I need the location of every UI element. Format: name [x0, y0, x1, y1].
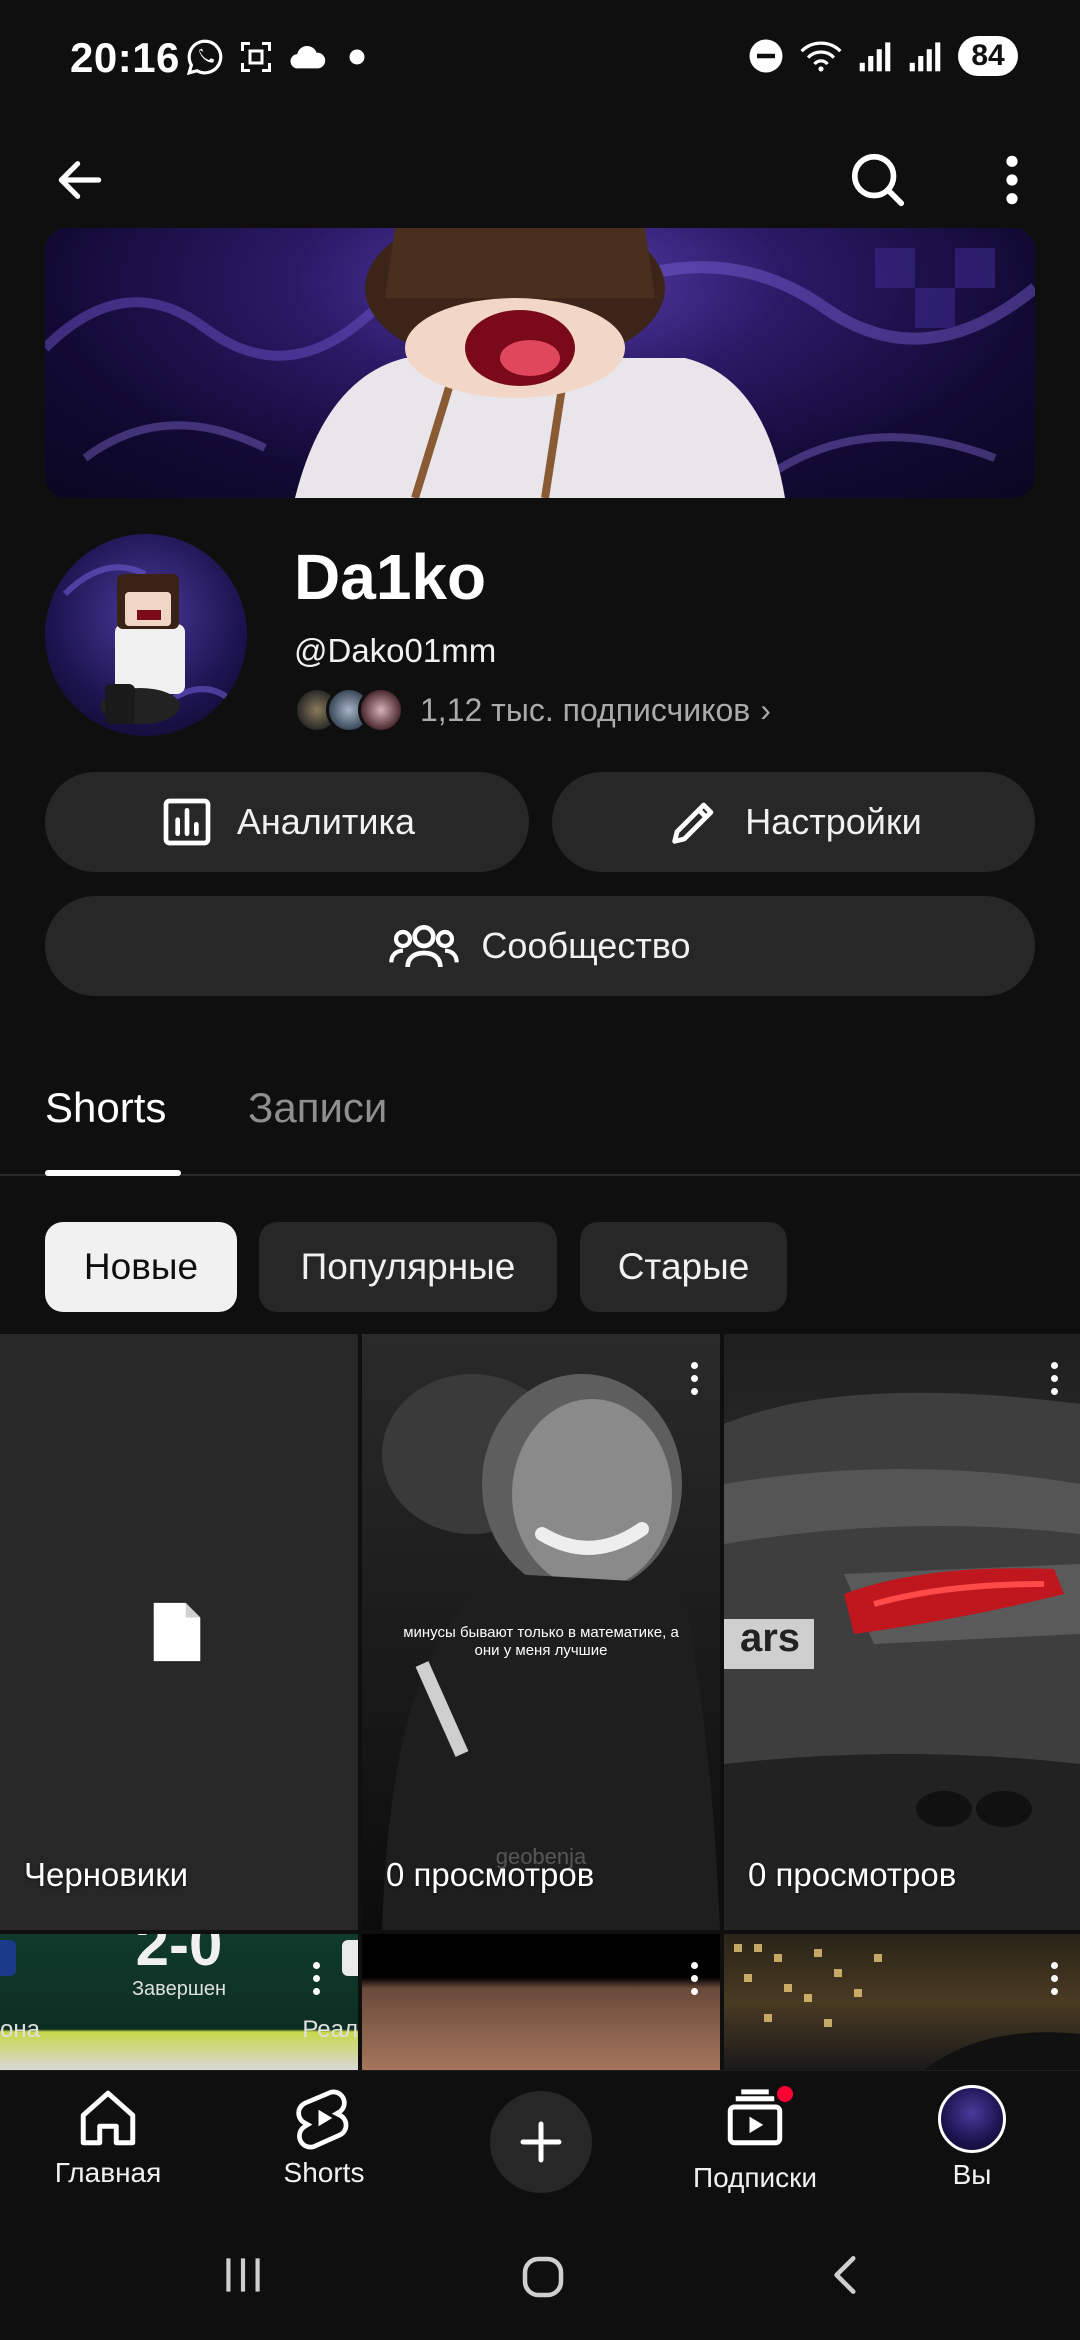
nav-shorts[interactable]: Shorts [244, 2085, 404, 2189]
more-vert-icon[interactable] [686, 1362, 702, 1395]
channel-banner [45, 228, 1035, 498]
filter-chip-popular[interactable]: Популярные [259, 1222, 557, 1312]
chevron-right-icon: › [760, 691, 771, 728]
avatar-artwork [62, 564, 238, 724]
wifi-icon [800, 41, 842, 72]
back-button[interactable] [40, 140, 120, 220]
more-vert-icon[interactable] [1046, 1362, 1062, 1395]
screenshot-icon [241, 42, 271, 72]
channel-name: Da1ko [294, 541, 487, 613]
analytics-button[interactable]: Аналитика [45, 772, 529, 872]
channel-tabs: Shorts Записи [0, 1066, 1080, 1176]
bottom-navigation: Главная Shorts Подписки Вы [0, 2070, 1080, 2220]
status-bar: 20:16 84 [0, 0, 1080, 120]
community-button[interactable]: Сообщество [45, 896, 1035, 996]
settings-label: Настройки [745, 801, 922, 842]
drafts-label: Черновики [24, 1856, 189, 1893]
status-right-icons: 84 [748, 36, 1018, 76]
filter-chip-new[interactable]: Новые [45, 1222, 237, 1312]
tab-indicator [45, 1170, 181, 1176]
channel-avatar[interactable] [45, 534, 247, 736]
tab-shorts[interactable]: Shorts [45, 1084, 166, 1132]
short-thumbnail[interactable] [362, 1934, 720, 2070]
home-icon [80, 2090, 136, 2146]
shorts-icon [296, 2089, 349, 2150]
nav-you-label: Вы [952, 2159, 992, 2190]
search-button[interactable] [838, 140, 918, 220]
create-button[interactable] [490, 2091, 592, 2193]
analytics-icon [163, 798, 211, 846]
subscriber-avatars [294, 687, 404, 733]
home-button-icon[interactable] [516, 2250, 570, 2304]
nav-you[interactable]: Вы [892, 2085, 1052, 2191]
more-vert-icon[interactable] [308, 1962, 324, 1995]
system-navigation-bar [0, 2220, 1080, 2340]
more-vert-icon [1006, 155, 1018, 205]
pencil-icon [672, 802, 714, 844]
notification-dot [774, 2083, 796, 2105]
search-icon [851, 153, 905, 207]
short-thumbnail[interactable] [724, 1934, 1080, 2070]
short-caption: минусы бывают только в математике, а они… [403, 1624, 679, 1659]
back-arrow-icon [58, 161, 102, 199]
top-app-bar [0, 120, 1080, 230]
status-time: 20:16 [70, 34, 180, 81]
team-logo [0, 1940, 16, 1976]
badge-text: ars [739, 1616, 801, 1660]
file-icon [153, 1602, 201, 1662]
nav-subscriptions[interactable]: Подписки [675, 2083, 835, 2194]
signal-icon [859, 42, 891, 72]
battery-indicator: 84 [958, 36, 1018, 76]
subscribers-row[interactable]: 1,12 тыс. подписчиков › [294, 684, 771, 736]
short-thumbnail[interactable]: ars 0 просмотров [724, 1334, 1080, 1930]
avatar [938, 2085, 1006, 2153]
dnd-icon [749, 39, 783, 73]
recent-apps-icon[interactable] [218, 2250, 268, 2300]
channel-handle: @Dako01mm [294, 632, 497, 669]
whatsapp-icon [186, 39, 223, 76]
nav-shorts-label: Shorts [283, 2157, 365, 2188]
system-back-icon[interactable] [822, 2250, 872, 2300]
status-left-icons [186, 38, 372, 76]
nav-home-label: Главная [54, 2157, 162, 2188]
team-logo [342, 1940, 358, 1976]
subscriptions-icon-wrap [722, 2083, 796, 2156]
thumbnail-artwork [734, 1944, 1080, 2070]
short-thumbnail[interactable]: 2-0 Завершен она Реал [0, 1934, 358, 2070]
community-icon [389, 925, 460, 968]
cloud-icon [290, 45, 326, 69]
filter-chip-oldest[interactable]: Старые [580, 1222, 787, 1312]
plus-icon [520, 2121, 562, 2163]
tab-posts[interactable]: Записи [248, 1084, 387, 1132]
more-vert-icon[interactable] [686, 1962, 702, 1995]
score-text: 2-0 [135, 1934, 223, 1978]
short-views: 0 просмотров [748, 1856, 957, 1893]
banner-artwork [45, 228, 1035, 498]
analytics-label: Аналитика [236, 801, 416, 842]
team-left: она [0, 2016, 40, 2043]
nav-home[interactable]: Главная [28, 2085, 188, 2189]
more-vert-icon[interactable] [1046, 1962, 1062, 1995]
dot-icon [349, 49, 365, 65]
team-right: Реал [302, 2016, 358, 2043]
settings-button[interactable]: Настройки [552, 772, 1035, 872]
community-label: Сообщество [481, 925, 691, 966]
avatar [358, 687, 404, 733]
drafts-tile[interactable]: Черновики [0, 1334, 358, 1930]
match-status: Завершен [131, 1978, 227, 2000]
more-options-button[interactable] [972, 140, 1052, 220]
short-thumbnail[interactable]: минусы бывают только в математике, а они… [362, 1334, 720, 1930]
subscriber-count: 1,12 тыс. подписчиков [420, 691, 751, 728]
nav-subscriptions-label: Подписки [692, 2162, 818, 2193]
short-views: 0 просмотров [386, 1856, 595, 1893]
signal-icon [909, 42, 941, 72]
